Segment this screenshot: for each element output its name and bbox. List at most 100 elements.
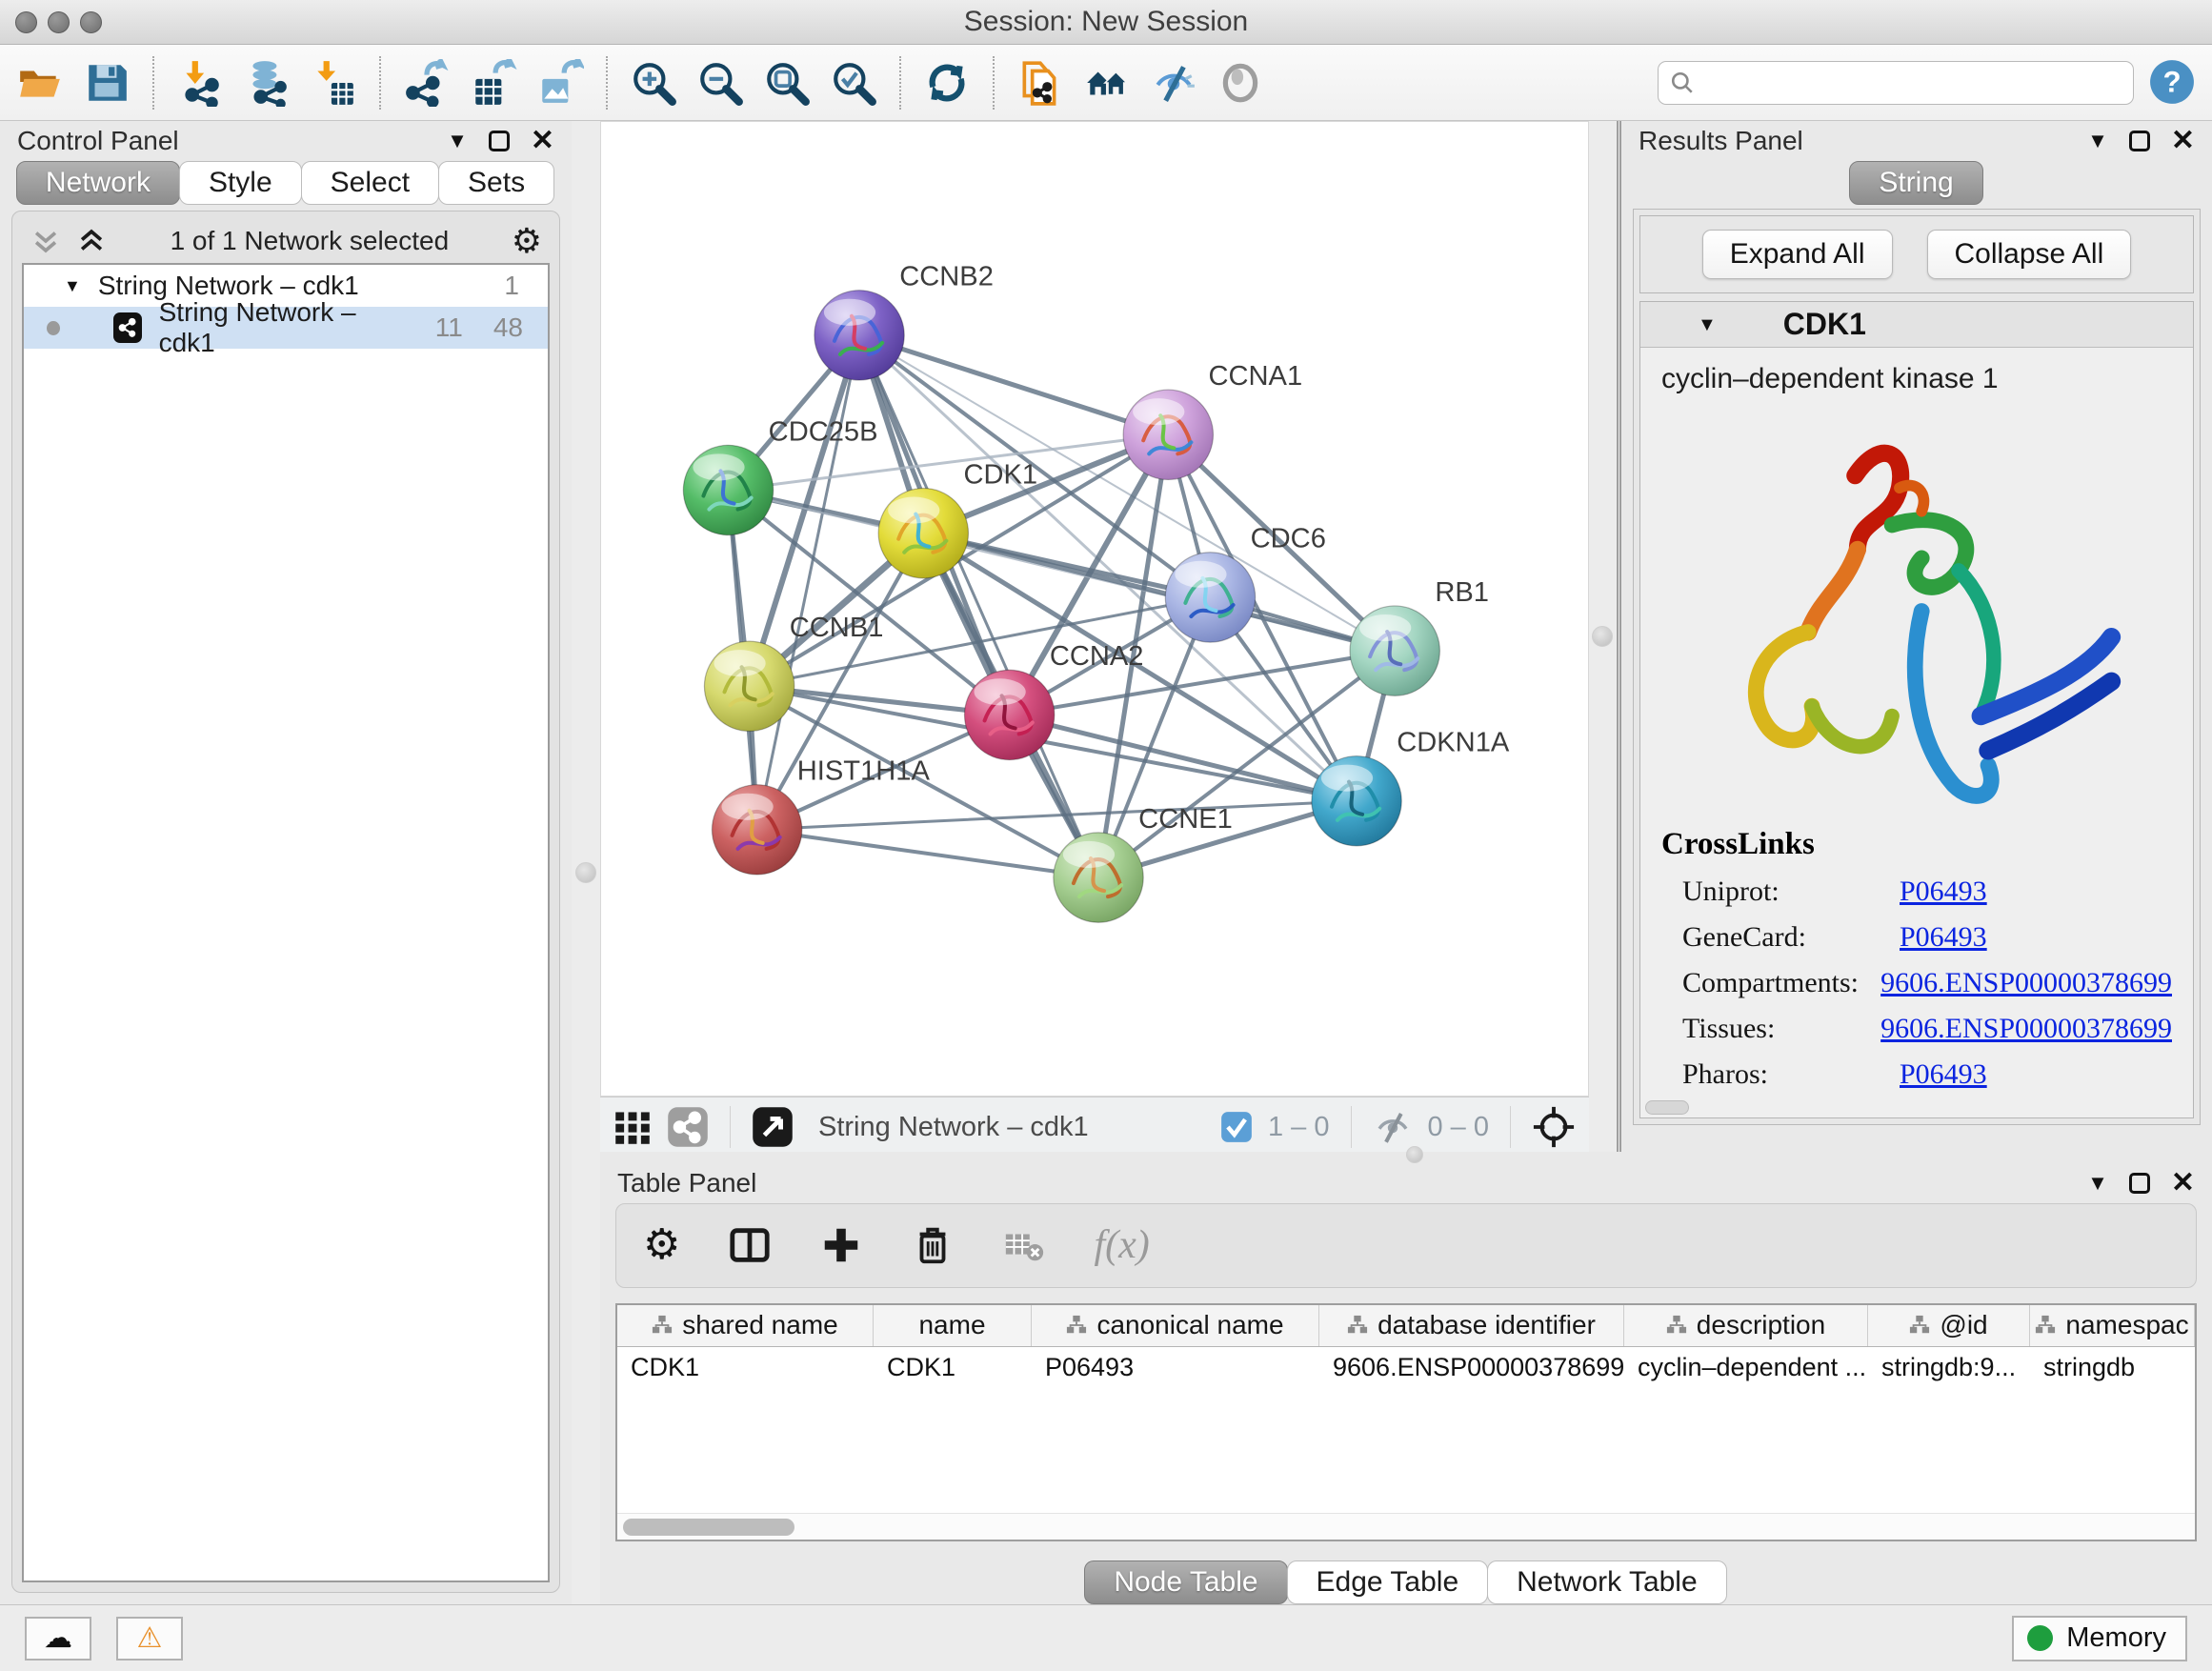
panel-float-icon[interactable] <box>2129 131 2150 151</box>
network-edge-HIST1H1A-CCNE1[interactable] <box>757 830 1098 877</box>
birdseye-view-button[interactable] <box>1532 1105 1576 1149</box>
panel-close-icon[interactable]: ✕ <box>2171 1169 2195 1198</box>
grid-view-button[interactable] <box>613 1108 652 1146</box>
open-session-button[interactable] <box>13 54 67 111</box>
memory-button[interactable]: Memory <box>2012 1616 2187 1661</box>
crosslink-label: Compartments: <box>1682 967 1880 999</box>
open-in-browser-button[interactable] <box>752 1106 794 1148</box>
delete-column-button[interactable] <box>911 1223 955 1267</box>
zoom-in-button[interactable] <box>627 54 680 111</box>
splitter-handle[interactable] <box>575 862 596 883</box>
column-header-canonical-name[interactable]: canonical name <box>1032 1305 1319 1346</box>
network-node-CDK1[interactable]: CDK1 <box>878 459 1037 577</box>
tab-sets[interactable]: Sets <box>438 161 554 205</box>
export-table-button[interactable] <box>467 54 520 111</box>
zoom-selected-button[interactable] <box>827 54 880 111</box>
network-node-CDKN1A[interactable]: CDKN1A <box>1312 728 1510 846</box>
crosslink-link[interactable]: P06493 <box>1900 1058 1987 1091</box>
search-input[interactable] <box>1702 68 2122 97</box>
table-hscrollbar-thumb[interactable] <box>623 1519 794 1536</box>
tab-node-table[interactable]: Node Table <box>1084 1560 1287 1604</box>
network-node-CCNB1[interactable]: CCNB1 <box>704 613 883 731</box>
collapse-all-button[interactable]: Collapse All <box>1927 230 2132 279</box>
cloud-status-button[interactable]: ☁ <box>25 1617 91 1661</box>
tab-network-table[interactable]: Network Table <box>1487 1560 1727 1604</box>
network-edge-CCNB2-CCNA1[interactable] <box>859 335 1168 434</box>
panel-float-icon[interactable] <box>489 131 510 151</box>
network-node-RB1[interactable]: RB1 <box>1350 577 1489 695</box>
left-splitter[interactable] <box>572 121 600 1604</box>
hidden-eye-icon[interactable] <box>1373 1107 1413 1147</box>
gene-card-header[interactable]: ▼ CDK1 <box>1640 302 2193 348</box>
splitter-handle[interactable] <box>1592 626 1613 647</box>
network-options-gear-icon[interactable]: ⚙ <box>512 224 542 258</box>
results-scrollbar-thumb[interactable] <box>1645 1100 1689 1115</box>
import-network-file-button[interactable] <box>173 54 227 111</box>
tab-style[interactable]: Style <box>179 161 302 205</box>
network-row[interactable]: String Network – cdk1 11 48 <box>24 307 548 349</box>
network-edge-CCNB2-CCNE1[interactable] <box>859 335 1098 877</box>
network-node-HIST1H1A[interactable]: HIST1H1A <box>712 756 930 875</box>
tab-edge-table[interactable]: Edge Table <box>1287 1560 1489 1604</box>
collapse-all-icon[interactable] <box>30 225 62 257</box>
gene-expander-icon[interactable]: ▼ <box>1698 315 1717 334</box>
string-view-button[interactable] <box>667 1106 709 1148</box>
panel-menu-icon[interactable]: ▼ <box>2087 131 2108 151</box>
panel-close-icon[interactable]: ✕ <box>2171 127 2195 155</box>
import-network-database-button[interactable] <box>240 54 293 111</box>
panel-float-icon[interactable] <box>2129 1173 2150 1194</box>
table-row[interactable]: CDK1CDK1P064939606.ENSP00000378699cyclin… <box>617 1347 2195 1389</box>
column-header-shared-name[interactable]: shared name <box>617 1305 874 1346</box>
network-node-CCNA1[interactable]: CCNA1 <box>1123 361 1302 479</box>
tab-select[interactable]: Select <box>301 161 439 205</box>
column-header-name[interactable]: name <box>874 1305 1032 1346</box>
crosslink-link[interactable]: 9606.ENSP00000378699 <box>1880 967 2172 999</box>
selected-checkbox-icon[interactable] <box>1220 1111 1253 1143</box>
crosslink-link[interactable]: 9606.ENSP00000378699 <box>1880 1013 2172 1045</box>
expand-all-icon[interactable] <box>75 225 108 257</box>
expand-all-button[interactable]: Expand All <box>1702 230 1893 279</box>
table-options-button[interactable]: ⚙ <box>643 1224 680 1266</box>
show-columns-button[interactable] <box>728 1223 772 1267</box>
apply-layout-button[interactable] <box>920 54 974 111</box>
enhanced-labels-button[interactable] <box>1147 54 1200 111</box>
table-hscrollbar[interactable] <box>617 1513 2195 1540</box>
column-header-@id[interactable]: @id <box>1868 1305 2030 1346</box>
panel-menu-icon[interactable]: ▼ <box>2087 1173 2108 1194</box>
string-import-button[interactable] <box>1014 54 1067 111</box>
create-column-button[interactable] <box>819 1223 863 1267</box>
cell-@id[interactable]: stringdb:9... <box>1868 1347 2030 1389</box>
warnings-button[interactable]: ⚠ <box>116 1617 183 1661</box>
column-header-description[interactable]: description <box>1624 1305 1868 1346</box>
zoom-fit-button[interactable] <box>760 54 814 111</box>
cell-namespac[interactable]: stringdb <box>2030 1347 2195 1389</box>
column-header-namespac[interactable]: namespac <box>2030 1305 2195 1346</box>
crosslink-link[interactable]: P06493 <box>1900 921 1987 954</box>
cell-name[interactable]: CDK1 <box>874 1347 1032 1389</box>
splitter-handle[interactable] <box>1406 1146 1423 1163</box>
horizontal-splitter[interactable] <box>600 1152 2212 1163</box>
import-table-button[interactable] <box>307 54 360 111</box>
tab-string[interactable]: String <box>1849 161 1982 205</box>
crosslink-link[interactable]: P06493 <box>1900 876 1987 908</box>
cell-description[interactable]: cyclin–dependent ... <box>1624 1347 1868 1389</box>
cell-canonical-name[interactable]: P06493 <box>1032 1347 1319 1389</box>
network-canvas[interactable]: CCNB2CCNA1CDC25BCDK1CDC6RB1CCNB1CCNA2CDK… <box>600 121 1589 1097</box>
right-splitter[interactable] <box>1589 121 1621 1152</box>
tree-expander-icon[interactable]: ▼ <box>64 277 81 294</box>
show-glass-ball-button[interactable] <box>1214 54 1267 111</box>
cell-shared-name[interactable]: CDK1 <box>617 1347 874 1389</box>
tab-network[interactable]: Network <box>16 161 180 205</box>
export-image-button[interactable] <box>533 54 587 111</box>
node-label-CCNE1: CCNE1 <box>1138 804 1233 835</box>
cell-database-identifier[interactable]: 9606.ENSP00000378699 <box>1319 1347 1624 1389</box>
column-header-database-identifier[interactable]: database identifier <box>1319 1305 1624 1346</box>
save-session-button[interactable] <box>80 54 133 111</box>
panel-close-icon[interactable]: ✕ <box>531 127 554 155</box>
help-button[interactable]: ? <box>2147 58 2197 108</box>
search-box[interactable] <box>1658 61 2134 105</box>
panel-menu-icon[interactable]: ▼ <box>447 131 468 151</box>
zoom-out-button[interactable] <box>694 54 747 111</box>
export-network-button[interactable] <box>400 54 453 111</box>
string-home-button[interactable] <box>1080 54 1134 111</box>
